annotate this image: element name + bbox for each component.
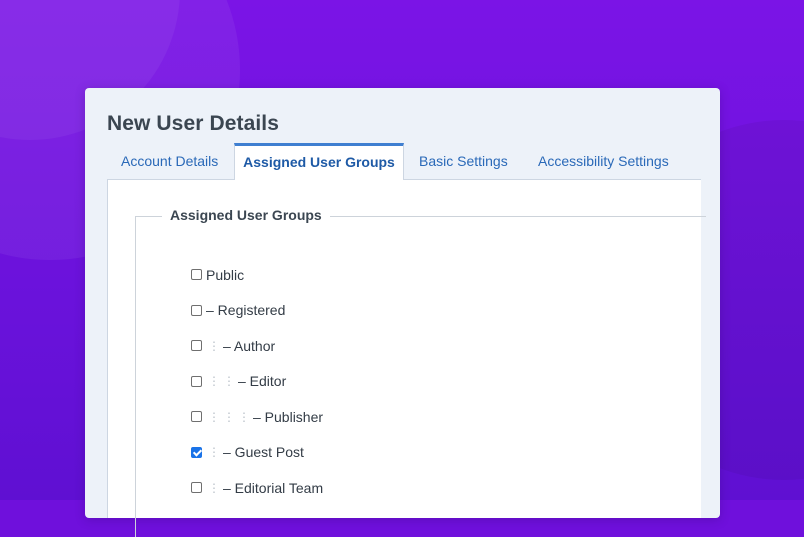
user-group-item: ⋮ – Author xyxy=(191,328,323,364)
user-details-panel: New User Details Account Details Assigne… xyxy=(85,88,720,537)
user-group-checkbox[interactable] xyxy=(191,340,202,352)
user-group-item: ⋮ ⋮ – Editor xyxy=(191,364,323,400)
user-group-label: – Author xyxy=(223,337,276,354)
vertical-ellipsis-icon: ⋮ xyxy=(208,445,220,460)
tab-bar: Account Details Assigned User Groups Bas… xyxy=(107,143,701,180)
user-group-item: ⋮ – Guest Post xyxy=(191,435,323,471)
user-group-checkbox[interactable] xyxy=(191,446,202,458)
vertical-ellipsis-icon: ⋮ xyxy=(208,480,220,495)
vertical-ellipsis-icon: ⋮ xyxy=(208,338,220,353)
user-group-label: – Registered xyxy=(206,302,286,319)
tab-content: Assigned User Groups Public – Registered ⋮… xyxy=(107,179,706,537)
user-group-item: Public xyxy=(191,257,323,293)
user-group-item: – Registered xyxy=(191,293,323,329)
vertical-ellipsis-icon: ⋮ xyxy=(223,374,235,389)
user-group-checkbox[interactable] xyxy=(191,269,202,281)
user-group-list: Public – Registered ⋮ – Author ⋮ ⋮ – Editor ⋮ ⋮ ⋮… xyxy=(191,257,323,506)
tab-assigned-user-groups[interactable]: Assigned User Groups xyxy=(234,143,404,180)
user-group-label: – Editorial Team xyxy=(223,479,324,496)
vertical-ellipsis-icon: ⋮ xyxy=(238,409,250,424)
user-group-label: – Guest Post xyxy=(223,444,304,461)
page-title: New User Details xyxy=(107,112,280,135)
user-groups-fieldset: Assigned User Groups Public – Registered ⋮… xyxy=(135,207,706,537)
fieldset-legend: Assigned User Groups xyxy=(162,207,330,223)
user-group-checkbox[interactable] xyxy=(191,375,202,387)
user-group-checkbox[interactable] xyxy=(191,411,202,423)
vertical-ellipsis-icon: ⋮ xyxy=(208,374,220,389)
user-group-item: ⋮ – Editorial Team xyxy=(191,470,323,506)
user-group-item: ⋮ ⋮ ⋮ – Publisher xyxy=(191,399,323,435)
user-group-label: Public xyxy=(206,266,245,283)
vertical-ellipsis-icon: ⋮ xyxy=(223,409,235,424)
user-group-label: – Publisher xyxy=(253,408,324,425)
user-group-checkbox[interactable] xyxy=(191,482,202,494)
vertical-ellipsis-icon: ⋮ xyxy=(208,409,220,424)
user-group-checkbox[interactable] xyxy=(191,304,202,316)
tab-account-details[interactable]: Account Details xyxy=(121,143,218,179)
tab-accessibility-settings[interactable]: Accessibility Settings xyxy=(538,143,669,179)
user-group-label: – Editor xyxy=(238,373,287,390)
tab-basic-settings[interactable]: Basic Settings xyxy=(419,143,508,179)
